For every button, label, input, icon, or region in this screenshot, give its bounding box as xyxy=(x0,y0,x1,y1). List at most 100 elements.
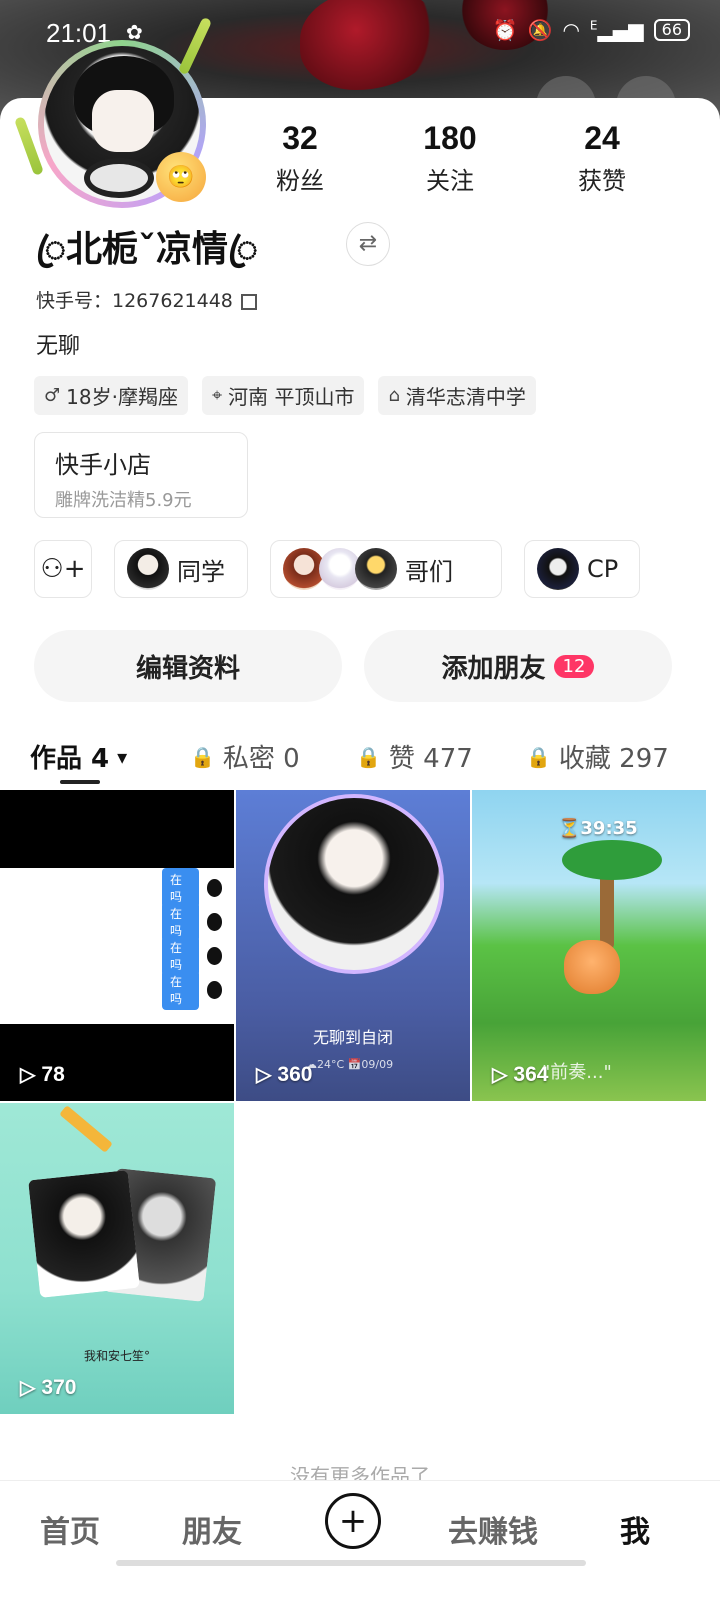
content-tabs: 作品 4 ▾ 🔒 私密 0 🔒 赞 477 🔒 收藏 297 xyxy=(0,730,720,790)
create-button[interactable]: + xyxy=(325,1493,381,1549)
tag-school[interactable]: ⌂ 清华志清中学 xyxy=(378,376,536,415)
play-count: ▷ 370 xyxy=(20,1375,76,1400)
signal-icon: E▂▄▆ xyxy=(589,18,644,42)
profile-sheet: 🙄 32 粉丝 180 关注 24 获赞 ꦿ北栀ˇ凉情ꦿ ⇄ 快手号：12676… xyxy=(0,16,720,1600)
tab-works-label: 作品 4 xyxy=(30,744,110,774)
kuaishou-shop-card[interactable]: 快手小店 雕牌洗洁精5.9元 xyxy=(34,432,248,518)
chat-row: 在吗 xyxy=(162,936,222,976)
wifi-icon: ◠ xyxy=(562,18,580,42)
work-tile[interactable]: ⏳39:35 "前奏..." ▷ 364 xyxy=(472,790,706,1101)
avatar xyxy=(206,913,222,931)
followers-stat[interactable]: 32 粉丝 xyxy=(240,120,360,196)
status-icons: ⏰ 🔕 ◠ E▂▄▆ 66 xyxy=(493,18,690,42)
group-classmates[interactable]: 同学 xyxy=(114,540,248,598)
home-indicator xyxy=(116,1560,586,1566)
add-person-icon: ⚇+ xyxy=(40,554,86,584)
kuaishou-id[interactable]: 快手号：1267621448 xyxy=(36,286,257,313)
tag-age: ♂ 18岁·摩羯座 xyxy=(34,376,188,415)
edit-profile-label: 编辑资料 xyxy=(135,653,240,684)
group-label: CP xyxy=(587,555,619,583)
nav-friends[interactable]: 朋友 xyxy=(182,1507,242,1551)
likes-stat[interactable]: 24 获赞 xyxy=(542,120,662,196)
edit-profile-button[interactable]: 编辑资料 xyxy=(34,630,342,702)
swap-icon: ⇄ xyxy=(358,231,378,256)
tab-favorites[interactable]: 🔒 收藏 297 xyxy=(526,738,669,775)
chat-row: 在吗 xyxy=(162,902,222,942)
nav-earn[interactable]: 去赚钱 xyxy=(448,1507,538,1551)
add-friend-label: 添加朋友 xyxy=(441,653,546,684)
work-tile[interactable]: 我和安七笙° ▷ 370 xyxy=(0,1103,234,1414)
following-label: 关注 xyxy=(426,167,474,195)
switch-account-button[interactable]: ⇄ xyxy=(346,222,390,266)
tab-likes-label: 赞 477 xyxy=(388,744,473,774)
play-count: ▷ 78 xyxy=(20,1062,65,1087)
work-caption: 我和安七笙° xyxy=(83,1349,150,1363)
tab-private-label: 私密 0 xyxy=(222,744,300,774)
tag-age-text: 18岁·摩羯座 xyxy=(66,385,178,409)
work-caption: "前奏..." xyxy=(542,1062,612,1083)
shop-title: 快手小店 xyxy=(55,451,151,479)
nickname: ꦿ北栀ˇ凉情ꦿ xyxy=(36,229,258,270)
lock-icon: 🔒 xyxy=(526,744,551,769)
group-label: 哥们 xyxy=(405,557,453,586)
emoji-pendant-icon: 🙄 xyxy=(156,152,206,202)
play-icon: ▷ xyxy=(492,1064,508,1086)
mute-icon: 🔕 xyxy=(527,18,553,42)
avatar-image xyxy=(264,794,444,974)
likes-count: 24 xyxy=(584,120,620,156)
avatar[interactable]: 🙄 xyxy=(14,16,213,216)
work-meta: ☁24°C 📅09/09 xyxy=(306,1058,394,1071)
avatar xyxy=(206,879,222,897)
shop-subtitle: 雕牌洗洁精5.9元 xyxy=(55,490,192,511)
lock-icon: 🔒 xyxy=(190,744,215,769)
play-count-value: 360 xyxy=(277,1062,313,1086)
group-cp[interactable]: CP xyxy=(524,540,640,598)
nav-me[interactable]: 我 xyxy=(620,1507,650,1551)
lock-icon: 🔒 xyxy=(356,744,381,769)
play-icon: ▷ xyxy=(256,1064,272,1086)
tab-works[interactable]: 作品 4 ▾ xyxy=(30,738,127,775)
following-stat[interactable]: 180 关注 xyxy=(390,120,510,196)
gender-male-icon: ♂ xyxy=(44,385,61,406)
avatar xyxy=(206,981,222,999)
work-tile[interactable]: 无聊到自闭 ☁24°C 📅09/09 ▷ 360 xyxy=(236,790,470,1101)
followers-label: 粉丝 xyxy=(276,167,324,195)
work-caption: 无聊到自闭 xyxy=(312,1028,393,1047)
play-count: ▷ 360 xyxy=(256,1062,312,1087)
tag-location: ⌖ 河南 平顶山市 xyxy=(201,376,365,415)
battery-icon: 66 xyxy=(653,19,690,41)
chat-row: 在吗 xyxy=(162,970,222,1010)
play-count-value: 364 xyxy=(513,1062,549,1086)
nav-home[interactable]: 首页 xyxy=(40,1507,100,1551)
bio: 无聊 xyxy=(36,334,81,359)
alarm-icon: ⏰ xyxy=(492,18,518,42)
profile-tags: ♂ 18岁·摩羯座 ⌖ 河南 平顶山市 ⌂ 清华志清中学 xyxy=(34,376,536,415)
chat-row: 在吗 xyxy=(162,868,222,908)
play-count-value: 370 xyxy=(41,1375,77,1399)
profile-stats: 32 粉丝 180 关注 24 获赞 xyxy=(240,120,680,200)
qr-code-icon[interactable] xyxy=(240,293,257,310)
play-icon: ▷ xyxy=(20,1377,36,1399)
likes-label: 获赞 xyxy=(578,167,626,195)
group-label: 同学 xyxy=(177,557,225,586)
add-friend-button[interactable]: 添加朋友 12 xyxy=(364,630,672,702)
group-buddies[interactable]: 哥们 xyxy=(270,540,502,598)
tag-school-text: 清华志清中学 xyxy=(405,385,526,409)
following-count: 180 xyxy=(423,120,477,156)
chevron-down-icon: ▾ xyxy=(117,744,128,769)
notification-badge: 12 xyxy=(553,654,595,678)
work-timer: ⏳39:35 xyxy=(558,818,638,839)
tab-favorites-label: 收藏 297 xyxy=(558,744,669,774)
work-tile[interactable]: 在吗 在吗 在吗 在吗 ▷ 78 xyxy=(0,790,234,1101)
play-count: ▷ 364 xyxy=(492,1062,548,1087)
play-icon: ▷ xyxy=(20,1064,36,1086)
game-character xyxy=(564,940,620,994)
avatar xyxy=(355,548,397,590)
chat-bubble: 在吗 xyxy=(162,970,199,1010)
play-count-value: 78 xyxy=(41,1062,65,1086)
add-group-button[interactable]: ⚇+ xyxy=(34,540,92,598)
tab-private[interactable]: 🔒 私密 0 xyxy=(190,738,300,775)
tab-likes[interactable]: 🔒 赞 477 xyxy=(356,738,473,775)
active-tab-indicator xyxy=(60,780,100,784)
avatar xyxy=(206,947,222,965)
